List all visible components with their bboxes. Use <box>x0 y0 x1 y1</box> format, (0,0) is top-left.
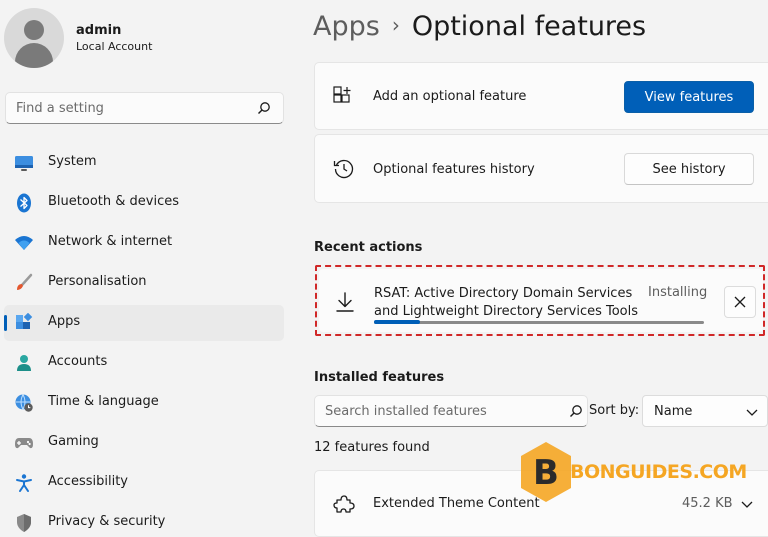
installed-search <box>314 395 588 427</box>
sidebar-item-apps[interactable]: Apps <box>4 305 284 341</box>
install-progress-fill <box>374 320 421 324</box>
download-icon <box>336 292 354 312</box>
history-card: Optional features history See history <box>314 134 768 203</box>
features-count: 12 features found <box>314 440 430 455</box>
avatar <box>4 8 64 68</box>
sidebar-item-gaming[interactable]: Gaming <box>4 425 284 461</box>
user-profile[interactable]: admin Local Account <box>4 8 152 68</box>
settings-search-input[interactable] <box>6 93 246 123</box>
view-features-button[interactable]: View features <box>624 81 754 113</box>
sidebar-item-label: Gaming <box>48 434 99 449</box>
gamepad-icon <box>15 438 33 449</box>
see-history-button[interactable]: See history <box>624 153 754 185</box>
svg-text:B: B <box>533 453 559 493</box>
feature-name: Extended Theme Content <box>373 496 540 511</box>
page-title: Optional features <box>411 11 647 42</box>
sidebar-item-label: Accessibility <box>48 474 128 489</box>
sidebar-item-label: Accounts <box>48 354 108 369</box>
profile-name: admin <box>76 22 122 38</box>
recent-actions-heading: Recent actions <box>314 240 423 255</box>
recent-action-title: RSAT: Active Directory Domain Services a… <box>374 286 639 319</box>
sidebar-item-bluetooth[interactable]: Bluetooth & devices <box>4 185 284 221</box>
sidebar-nav: System Bluetooth & devices Network & int… <box>4 145 284 537</box>
search-icon[interactable] <box>569 404 583 418</box>
monitor-icon <box>15 156 33 171</box>
sidebar-item-personalisation[interactable]: Personalisation <box>4 265 284 301</box>
watermark-text: BONGUIDES.COM <box>570 461 747 483</box>
search-icon[interactable] <box>257 101 271 115</box>
add-feature-label: Add an optional feature <box>373 89 527 104</box>
sidebar-item-label: Personalisation <box>48 274 147 289</box>
breadcrumb-parent[interactable]: Apps <box>313 11 380 42</box>
add-grid-icon <box>333 86 351 103</box>
wifi-icon <box>15 236 33 250</box>
sidebar: admin Local Account System Bluetooth & d… <box>0 0 300 537</box>
person-icon <box>17 355 31 371</box>
sort-by-label: Sort by: <box>589 403 640 418</box>
sidebar-item-accessibility[interactable]: Accessibility <box>4 465 284 501</box>
sidebar-item-label: Network & internet <box>48 234 173 249</box>
cancel-install-button[interactable] <box>724 286 756 318</box>
shield-icon <box>17 514 31 532</box>
breadcrumb-separator: › <box>391 13 400 37</box>
sidebar-item-label: Bluetooth & devices <box>48 194 179 209</box>
brush-icon <box>17 273 33 290</box>
watermark-logo: B <box>521 442 571 502</box>
recent-action-item: RSAT: Active Directory Domain Services a… <box>319 269 763 332</box>
sidebar-item-accounts[interactable]: Accounts <box>4 345 284 381</box>
installed-features-heading: Installed features <box>314 370 445 385</box>
highlight-box: RSAT: Active Directory Domain Services a… <box>315 265 765 336</box>
sidebar-item-label: Time & language <box>48 394 159 409</box>
apps-icon <box>16 313 33 329</box>
puzzle-icon <box>333 495 355 513</box>
accessibility-icon <box>16 474 32 492</box>
sort-dropdown[interactable]: Name <box>642 395 768 427</box>
watermark: B BONGUIDES.COM <box>518 440 758 508</box>
sidebar-item-privacy-security[interactable]: Privacy & security <box>4 505 284 537</box>
install-progress-bar <box>374 320 704 324</box>
chevron-down-icon <box>746 409 758 416</box>
close-icon <box>734 296 746 308</box>
sidebar-item-network[interactable]: Network & internet <box>4 225 284 261</box>
selection-indicator <box>4 315 7 331</box>
history-label: Optional features history <box>373 162 535 177</box>
installed-search-input[interactable] <box>315 396 555 426</box>
profile-account-type: Local Account <box>76 39 153 53</box>
sidebar-item-label: System <box>48 154 97 169</box>
sort-value: Name <box>654 404 693 419</box>
sidebar-item-label: Privacy & security <box>48 514 166 529</box>
settings-search <box>5 92 284 124</box>
bluetooth-icon <box>17 193 31 213</box>
sidebar-item-label: Apps <box>48 314 81 329</box>
sidebar-item-system[interactable]: System <box>4 145 284 181</box>
recent-action-status: Installing <box>648 285 708 300</box>
sidebar-item-time-language[interactable]: Time & language <box>4 385 284 421</box>
breadcrumb: Apps › Optional features <box>313 8 646 47</box>
add-feature-card: Add an optional feature View features <box>314 62 768 130</box>
globe-clock-icon <box>15 394 33 412</box>
history-icon <box>333 159 354 179</box>
